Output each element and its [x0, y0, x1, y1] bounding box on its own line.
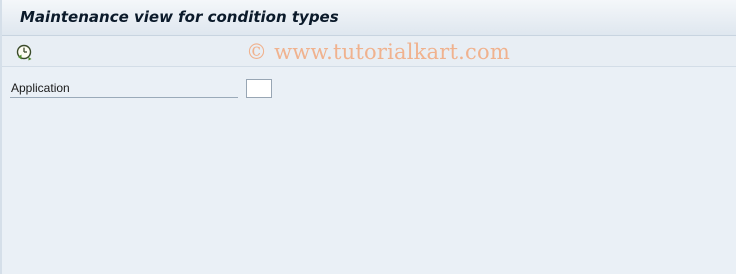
application-field-row: Application: [2, 79, 736, 99]
sap-screen: Maintenance view for condition types © w…: [0, 0, 736, 274]
application-label: Application: [10, 81, 238, 98]
page-title: Maintenance view for condition types: [20, 8, 339, 26]
execute-button[interactable]: [14, 42, 34, 62]
execute-clock-icon: [16, 44, 32, 61]
title-bar: Maintenance view for condition types: [2, 0, 736, 36]
application-input[interactable]: [246, 79, 272, 98]
watermark-text: © www.tutorialkart.com: [246, 40, 510, 64]
